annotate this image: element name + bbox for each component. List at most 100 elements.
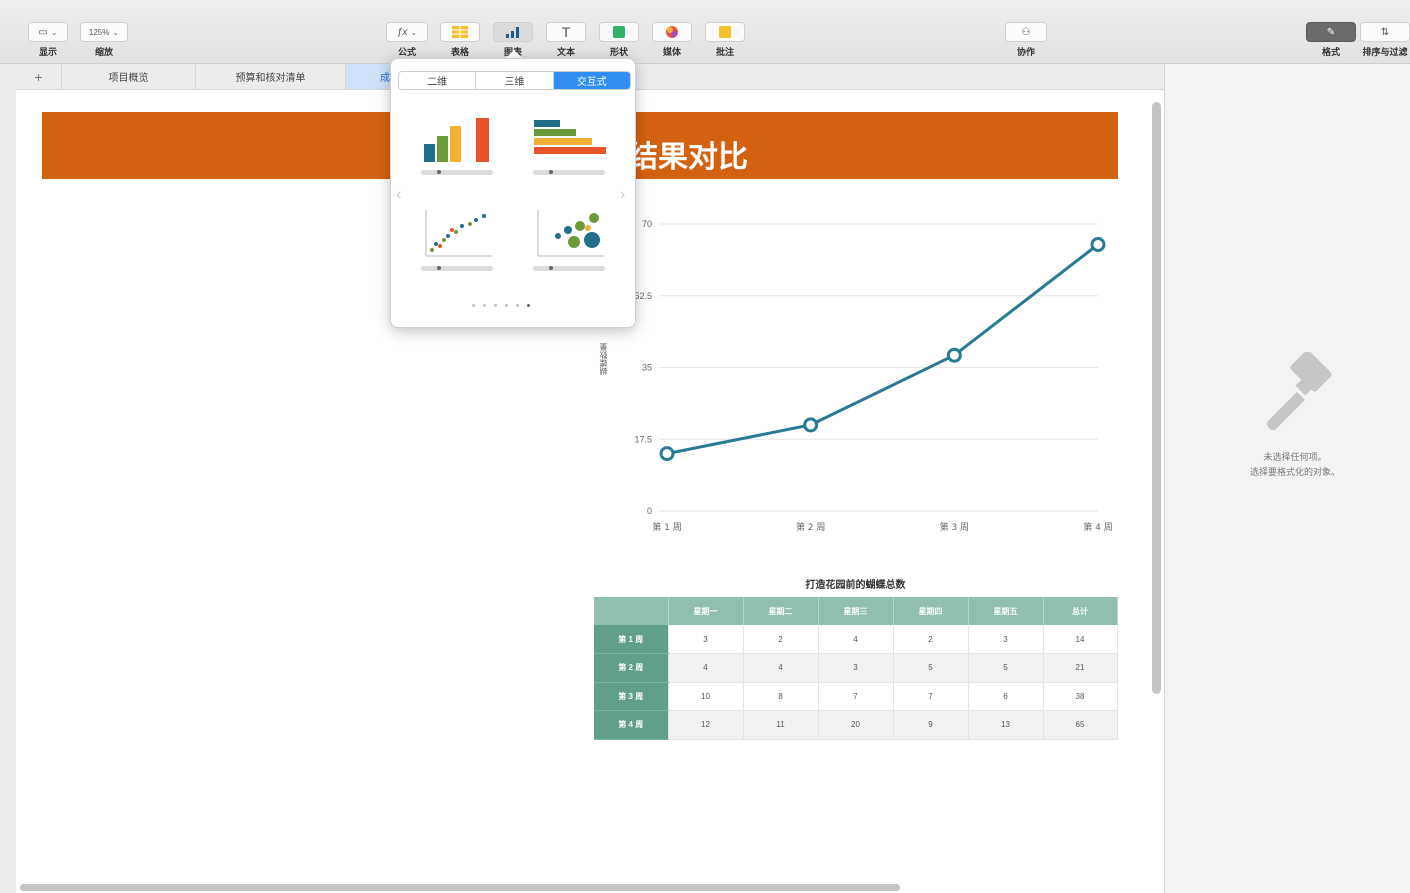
tab-budget[interactable]: 预算和核对清单 [196,64,346,89]
interactive-bar-chart-thumbnail[interactable] [530,112,610,192]
text-button[interactable]: T 文本 [546,22,586,58]
table-cell[interactable]: 4 [668,653,744,683]
previous-page-icon[interactable]: ‹ [396,186,401,204]
table-header-cell[interactable]: 星期一 [668,597,744,625]
segment-2d[interactable]: 二维 [399,72,477,89]
table-header-cell[interactable] [594,597,669,625]
page-dot[interactable] [527,304,530,307]
table-cell[interactable]: 2 [743,625,819,654]
table-cell[interactable]: 4 [818,625,894,654]
table-cell[interactable]: 6 [968,682,1044,711]
data-table[interactable]: 星期一 星期二 星期三 星期四 星期五 总计 第 1 周 3 2 4 2 3 1… [594,597,1118,740]
table-button[interactable]: 表格 [440,22,480,58]
row-header-cell[interactable]: 第 4 周 [594,710,669,740]
table-cell[interactable]: 7 [818,682,894,711]
table-title: 打造花园前的蝴蝶总数 [805,580,906,591]
add-sheet-button[interactable]: + [16,64,62,89]
inspector-empty-message: 未选择任何项。 选择要格式化的对象。 [1249,452,1340,477]
table-row: 第 4 周 12 11 20 9 13 65 [594,710,1118,740]
table-cell[interactable]: 5 [968,653,1044,683]
table-cell[interactable]: 12 [668,710,744,740]
page-dot[interactable] [516,304,519,307]
table-cell[interactable]: 14 [1043,625,1118,654]
chart-y-tick-label: 35 [642,363,652,373]
toolbar: ▭ ⌄ 显示 125% ⌄ 缩放 ƒx ⌄ 公式 表格 图表 T 文本 形状 媒体 [0,0,1410,64]
comment-button[interactable]: 批注 [705,22,745,58]
organize-button[interactable]: ⇅ 排序与过滤 [1360,22,1410,58]
function-icon: ƒx ⌄ [386,22,428,42]
table-cell[interactable]: 9 [893,710,969,740]
chart-x-tick-label: 第 4 周 [1083,521,1112,533]
table-cell[interactable]: 5 [893,653,969,683]
table-row: 第 3 周 10 8 7 7 6 38 [594,682,1118,711]
table-cell[interactable]: 3 [968,625,1044,654]
segment-3d[interactable]: 三维 [476,72,554,89]
table-cell[interactable]: 2 [893,625,969,654]
format-button[interactable]: ✎ 格式 [1306,22,1356,58]
chart-y-tick-label: 70 [642,219,652,229]
tab-overview[interactable]: 项目概览 [62,64,196,89]
chart-y-tick-label: 52.5 [634,291,652,301]
page-dot[interactable] [494,304,497,307]
banner-title: 结果对比 [628,140,748,175]
media-icon [652,22,692,42]
table-header-cell[interactable]: 星期四 [893,597,969,625]
table-cell[interactable]: 38 [1043,682,1118,711]
page-indicator[interactable] [472,304,530,307]
paintbrush-icon [1267,352,1332,430]
table-cell[interactable]: 3 [668,625,744,654]
horizontal-scrollbar[interactable] [20,884,900,891]
table-cell[interactable]: 65 [1043,710,1118,740]
paintbrush-icon: ✎ [1306,22,1356,42]
chart-x-tick-label: 第 3 周 [940,521,969,533]
table-cell[interactable]: 21 [1043,653,1118,683]
table-cell[interactable]: 13 [968,710,1044,740]
chart-x-tick-label: 第 1 周 [652,521,681,533]
media-button[interactable]: 媒体 [652,22,692,58]
formula-button[interactable]: ƒx ⌄ 公式 [386,22,428,58]
line-chart[interactable]: 0 17.5 35 52.5 70 第 1 周 第 2 周 第 3 周 第 4 周 [590,200,1130,545]
chart-data-point [1090,237,1106,252]
chart-popover [390,58,636,328]
sort-icon: ⇅ [1360,22,1410,42]
table-cell[interactable]: 4 [743,653,819,683]
table-cell[interactable]: 7 [893,682,969,711]
shape-icon [599,22,639,42]
page-dot[interactable] [483,304,486,307]
comment-icon [705,22,745,42]
table-cell[interactable]: 11 [743,710,819,740]
table-cell[interactable]: 10 [668,682,744,711]
interactive-column-chart-thumbnail[interactable] [418,112,498,192]
shape-button[interactable]: 形状 [599,22,639,58]
row-header-cell[interactable]: 第 3 周 [594,682,669,711]
table-header-row: 星期一 星期二 星期三 星期四 星期五 总计 [594,597,1118,625]
chart-y-tick-label: 17.5 [634,434,652,444]
table-header-cell[interactable]: 星期二 [743,597,819,625]
canvas-margin [0,64,16,893]
interactive-bubble-chart-thumbnail[interactable] [530,206,610,286]
page-dot[interactable] [505,304,508,307]
table-cell[interactable]: 3 [818,653,894,683]
sidebar-icon: ▭ ⌄ [28,22,68,42]
row-header-cell[interactable]: 第 1 周 [594,625,669,654]
collaborate-button[interactable]: ⚇ 协作 [1005,22,1047,58]
chart-y-axis-label: 蝴蝶数量 [599,343,608,375]
view-button[interactable]: ▭ ⌄ 显示 [28,22,68,58]
zoom-button[interactable]: 125% ⌄ 缩放 [80,22,128,58]
page-dot[interactable] [472,304,475,307]
table-cell[interactable]: 20 [818,710,894,740]
table-header-cell[interactable]: 总计 [1043,597,1118,625]
table-header-cell[interactable]: 星期三 [818,597,894,625]
table-row: 第 1 周 3 2 4 2 3 14 [594,625,1118,654]
chart-data-point [803,417,819,433]
vertical-scrollbar[interactable] [1152,102,1161,694]
chart-type-segmented-control: 二维 三维 交互式 [398,71,631,90]
table-cell[interactable]: 8 [743,682,819,711]
table-header-cell[interactable]: 星期五 [968,597,1044,625]
segment-interactive[interactable]: 交互式 [553,72,630,89]
next-page-icon[interactable]: › [620,186,625,204]
interactive-scatter-chart-thumbnail[interactable] [418,206,498,286]
zoom-value: 125% [88,27,110,37]
collaborate-icon: ⚇ [1005,22,1047,42]
row-header-cell[interactable]: 第 2 周 [594,653,669,683]
